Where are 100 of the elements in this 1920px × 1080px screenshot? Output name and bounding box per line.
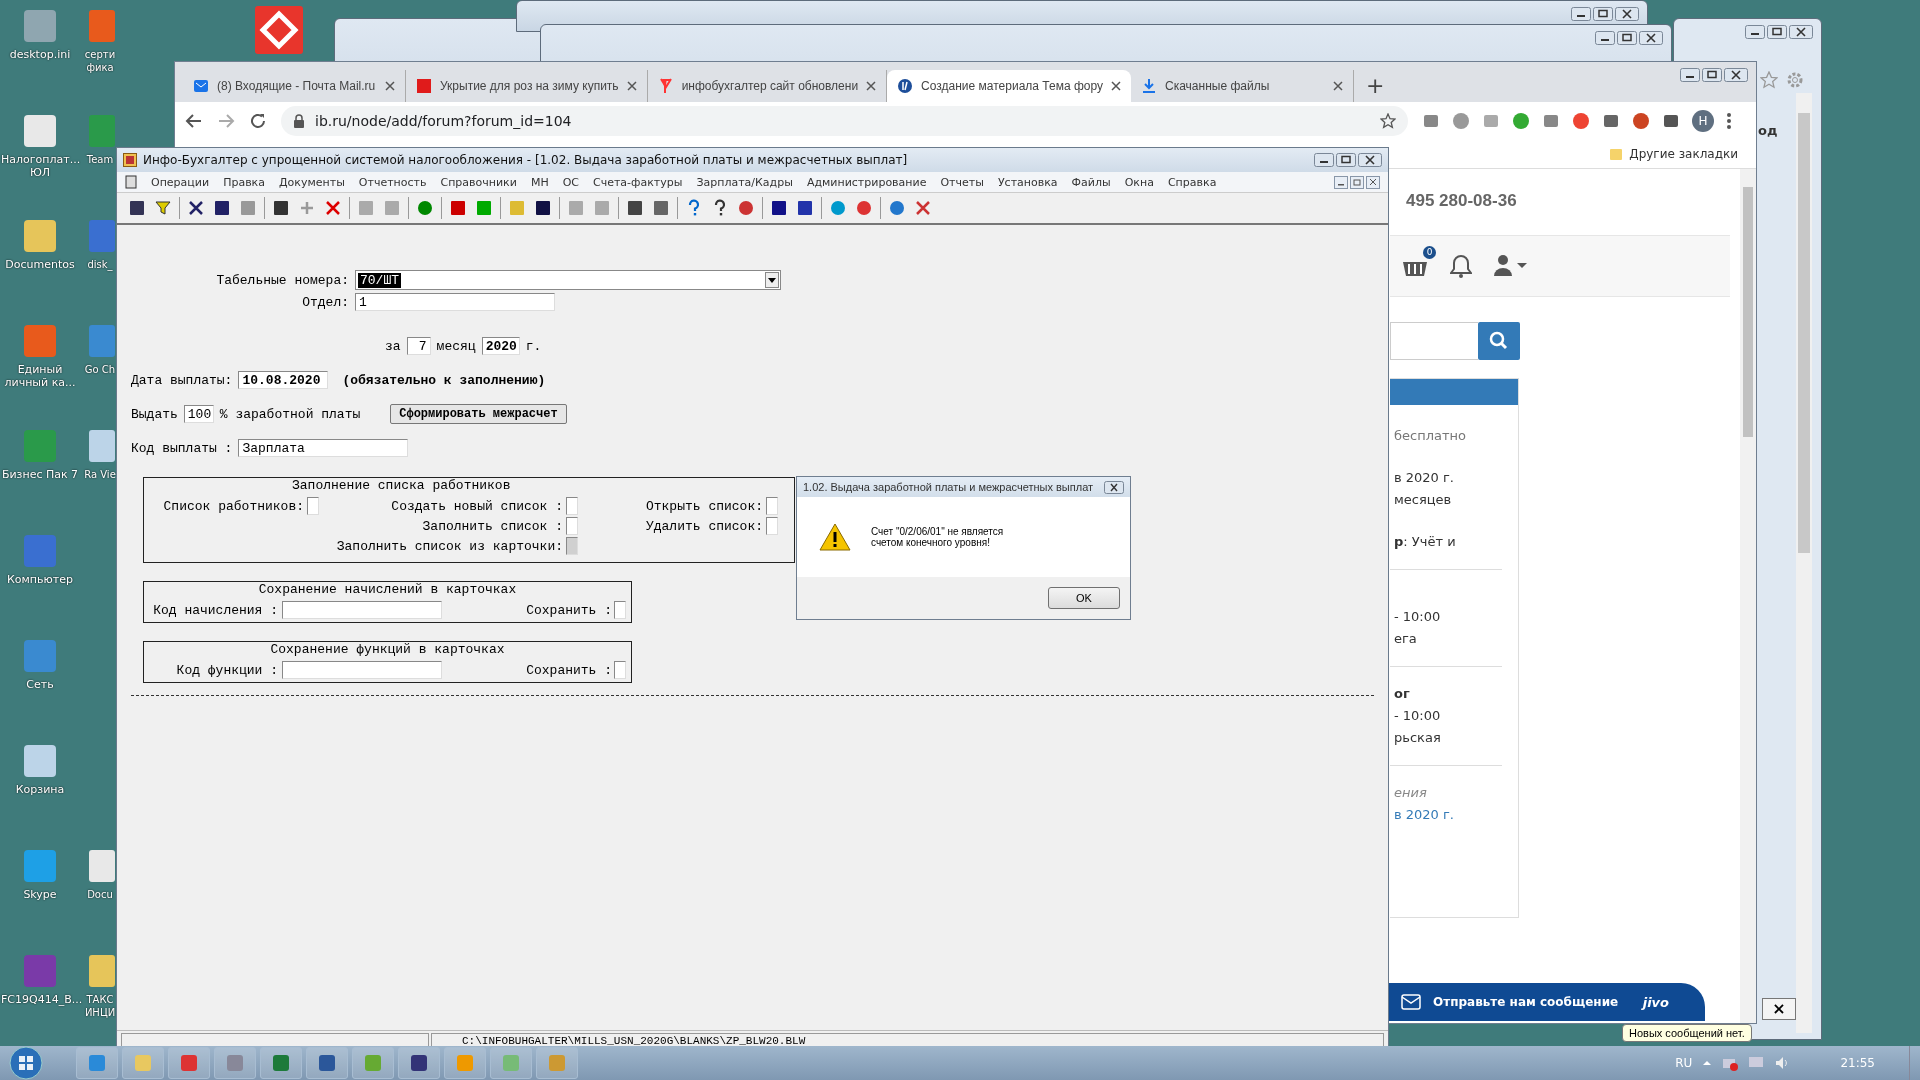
minimize-icon[interactable] [1314, 153, 1334, 167]
bell-icon[interactable] [1450, 254, 1472, 278]
funnel-icon[interactable] [153, 198, 173, 218]
start-orb-icon[interactable] [8, 1045, 44, 1080]
checkbox[interactable] [307, 497, 319, 515]
taskbar-button[interactable] [306, 1047, 348, 1079]
maximize-icon[interactable] [1336, 153, 1356, 167]
desktop-icon-label[interactable]: Team [82, 153, 118, 166]
minimize-icon[interactable] [1571, 7, 1591, 21]
desktop-icon-label[interactable]: Компьютер [1, 573, 79, 586]
minimize-icon[interactable] [1595, 31, 1615, 45]
desktop-icon-label[interactable]: Корзина [1, 783, 79, 796]
scrollbar[interactable] [1796, 93, 1812, 1033]
mdi-minimize-icon[interactable] [1334, 175, 1348, 189]
desktop-icon-label[interactable]: ТАКС ИНЦИ [82, 993, 118, 1019]
desktop-icon-label[interactable]: сертифика [82, 48, 118, 74]
input-field[interactable]: 100 [183, 405, 214, 423]
browser-tab[interactable]: (8) Входящие - Почта Mail.ru [183, 70, 406, 102]
menu-item[interactable]: Отчетность [358, 175, 427, 189]
menu-item[interactable]: Администрирование [806, 175, 927, 189]
settings-icon[interactable] [1786, 71, 1804, 89]
checkbox[interactable] [614, 601, 626, 619]
chat-bar[interactable]: Отправьте нам сообщение jivo [1389, 983, 1705, 1021]
profile-avatar[interactable]: Н [1692, 110, 1714, 132]
document-icon[interactable] [125, 175, 137, 189]
browser-tab[interactable]: Создание материала Тема фору [887, 70, 1131, 102]
mdi-close-icon[interactable] [1366, 175, 1380, 189]
input-field[interactable]: 2020 [481, 337, 520, 355]
diamond-app-icon[interactable] [255, 6, 303, 54]
card-link[interactable]: в 2020 г. [1390, 804, 1518, 826]
desktop-icon-label[interactable]: Go Ch [82, 363, 118, 376]
checkbox[interactable] [766, 497, 778, 515]
dropdown-field[interactable]: 70/ШТ [355, 270, 781, 290]
maximize-icon[interactable] [1767, 25, 1787, 39]
user-caret-icon[interactable] [1494, 254, 1528, 278]
close-icon[interactable] [1724, 68, 1748, 82]
generate-button[interactable]: Сформировать межрасчет [390, 404, 567, 424]
more-menu-icon[interactable] [1726, 112, 1732, 130]
reload-icon[interactable] [249, 112, 267, 130]
close-icon[interactable] [1333, 81, 1343, 91]
menu-item[interactable]: Справка [1167, 175, 1217, 189]
desktop-icon-label[interactable]: Skype [1, 888, 79, 901]
close-icon[interactable] [1358, 153, 1382, 167]
maximize-icon[interactable] [1617, 31, 1637, 45]
close-icon[interactable] [385, 81, 395, 91]
scrollbar[interactable] [1740, 169, 1756, 1023]
desktop-icon-label[interactable]: FC19Q414_B... [1, 993, 79, 1006]
desktop-icon-label[interactable]: Налогоплат... ЮЛ [1, 153, 79, 179]
menu-item[interactable]: Отчеты [940, 175, 984, 189]
minimize-icon[interactable] [1680, 68, 1700, 82]
menu-item[interactable]: Правка [223, 175, 265, 189]
taskbar-button[interactable] [398, 1047, 440, 1079]
desktop-icon-label[interactable]: disk_ [82, 258, 118, 271]
desktop-icon-label[interactable]: Docu [82, 888, 118, 901]
menu-item[interactable]: Операции [151, 175, 210, 189]
input-field[interactable]: Зарплата [238, 439, 409, 457]
menu-item[interactable]: ОС [562, 175, 579, 189]
taskbar-button[interactable] [260, 1047, 302, 1079]
close-icon[interactable] [626, 81, 637, 91]
menu-item[interactable]: Окна [1124, 175, 1154, 189]
desktop-icon-label[interactable]: desktop.ini [1, 48, 79, 61]
menu-item[interactable]: Установка [997, 175, 1058, 189]
maximize-icon[interactable] [1702, 68, 1722, 82]
menu-item[interactable]: Зарплата/Кадры [696, 175, 793, 189]
input-field[interactable] [282, 601, 442, 619]
minimize-icon[interactable] [1745, 25, 1765, 39]
menu-item[interactable]: Документы [279, 175, 345, 189]
tray-arrow-icon[interactable] [1702, 1058, 1713, 1068]
menu-item[interactable]: Справочники [440, 175, 517, 189]
checkbox[interactable] [566, 497, 578, 515]
browser-tab[interactable]: Скачанные файлы [1131, 70, 1354, 102]
new-tab-button[interactable]: + [1354, 73, 1397, 102]
close-icon[interactable] [1104, 480, 1124, 494]
input-field[interactable]: 10.08.2020 [238, 371, 329, 389]
browser-tab[interactable]: Укрытие для роз на зиму купить [406, 70, 648, 102]
close-icon[interactable] [866, 81, 877, 91]
checkbox[interactable] [566, 517, 578, 535]
ok-button[interactable]: OK [1048, 587, 1120, 609]
menu-item[interactable]: Файлы [1071, 175, 1111, 189]
close-icon[interactable] [1639, 31, 1663, 45]
address-bar[interactable]: ib.ru/node/add/forum?forum_id=104 [281, 106, 1408, 136]
input-field[interactable] [282, 661, 442, 679]
maximize-icon[interactable] [1593, 7, 1613, 21]
close-icon[interactable] [1789, 25, 1813, 39]
checkbox[interactable] [614, 661, 626, 679]
close-icon[interactable] [1111, 81, 1121, 91]
close-button[interactable]: × [1762, 998, 1796, 1020]
search-icon[interactable] [1478, 322, 1520, 360]
input-field[interactable]: 1 [355, 293, 555, 311]
star-icon[interactable] [1760, 71, 1778, 89]
desktop-icon-label[interactable]: Единый личный ка... [1, 363, 79, 389]
desktop-icon-label[interactable]: Documentos [1, 258, 79, 271]
forward-arrow-icon[interactable] [217, 112, 235, 130]
menu-item[interactable]: Счета-фактуры [593, 175, 683, 189]
star-icon[interactable] [1380, 113, 1396, 129]
bookmark-folder[interactable]: Другие закладки [1609, 147, 1738, 161]
desktop-icon-label[interactable]: Сеть [1, 678, 79, 691]
input-field[interactable]: 7 [406, 337, 431, 355]
desktop-icon-label[interactable]: Бизнес Пак 7 [1, 468, 79, 481]
back-arrow-icon[interactable] [185, 112, 203, 130]
